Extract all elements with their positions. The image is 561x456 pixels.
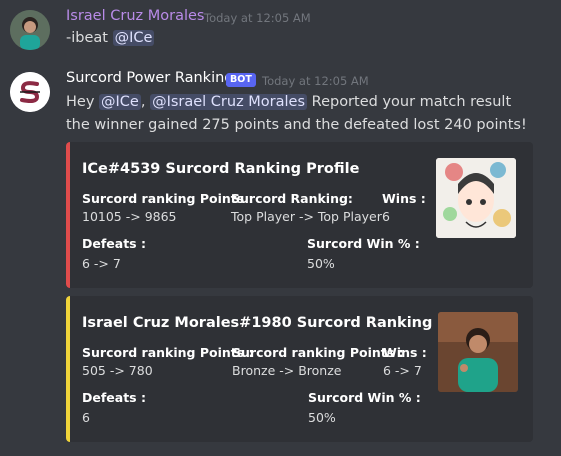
message-line-1: Hey @ICe, @Israel Cruz Morales Reported … [66, 94, 511, 110]
profile-thumbnail[interactable] [436, 158, 516, 238]
embed-title: ICe#4539 Surcord Ranking Profile [82, 161, 360, 177]
field-wins-name: Wins : [383, 345, 427, 360]
field-wins-value: 6 [382, 209, 390, 224]
ranking-embed-1: ICe#4539 Surcord Ranking Profile Surcord… [66, 142, 533, 288]
field-winpct-value: 50% [308, 410, 336, 425]
bot-avatar[interactable] [10, 72, 50, 112]
timestamp: Today at 12:05 AM [204, 11, 311, 25]
mention-ice[interactable]: @ICe [112, 30, 155, 46]
field-points-value: 10105 -> 9865 [82, 209, 177, 224]
field-ranking-value: Bronze -> Bronze [232, 363, 342, 378]
field-points-name: Surcord ranking Points : [82, 345, 254, 360]
ranking-embed-2: Israel Cruz Morales#1980 Surcord Ranking… [66, 296, 533, 442]
mention-ice[interactable]: @ICe [99, 94, 141, 110]
field-ranking-value: Top Player -> Top Player [231, 209, 382, 224]
mention-israel[interactable]: @Israel Cruz Morales [150, 94, 308, 110]
embed-accent-bar [66, 142, 70, 288]
bot-username[interactable]: Surcord Power Ranking [66, 70, 234, 86]
field-defeats-value: 6 -> 7 [82, 256, 121, 271]
report-text: Reported your match result [307, 94, 512, 110]
field-defeats-name: Defeats : [82, 236, 146, 251]
embed-accent-bar [66, 296, 70, 442]
bot-badge: BOT [226, 73, 256, 87]
field-wins-name: Wins : [382, 191, 426, 206]
separator-text: , [140, 94, 151, 110]
field-wins-value: 6 -> 7 [383, 363, 422, 378]
field-ranking-name: Surcord ranking Points : [232, 345, 404, 360]
command-text: -ibeat [66, 30, 113, 46]
avatar-photo [10, 10, 50, 50]
embed-title: Israel Cruz Morales#1980 Surcord Ranking… [82, 315, 491, 331]
message-line-2: the winner gained 275 points and the def… [66, 117, 527, 133]
timestamp: Today at 12:05 AM [262, 74, 369, 88]
anime-art-image [436, 158, 516, 238]
message-text: -ibeat @ICe [66, 30, 155, 46]
surcord-logo-icon [10, 72, 50, 112]
message-1: Israel Cruz Morales Today at 12:05 AM -i… [0, 0, 561, 60]
greeting-text: Hey [66, 94, 100, 110]
field-defeats-value: 6 [82, 410, 90, 425]
field-points-name: Surcord ranking Points : [82, 191, 254, 206]
username[interactable]: Israel Cruz Morales [66, 8, 204, 24]
field-ranking-name: Surcord Ranking: [231, 191, 353, 206]
field-winpct-value: 50% [307, 256, 335, 271]
user-avatar[interactable] [10, 10, 50, 50]
field-points-value: 505 -> 780 [82, 363, 153, 378]
field-winpct-name: Surcord Win % : [307, 236, 420, 251]
profile-thumbnail[interactable] [438, 312, 518, 392]
profile-photo-image [438, 312, 518, 392]
field-winpct-name: Surcord Win % : [308, 390, 421, 405]
field-defeats-name: Defeats : [82, 390, 146, 405]
